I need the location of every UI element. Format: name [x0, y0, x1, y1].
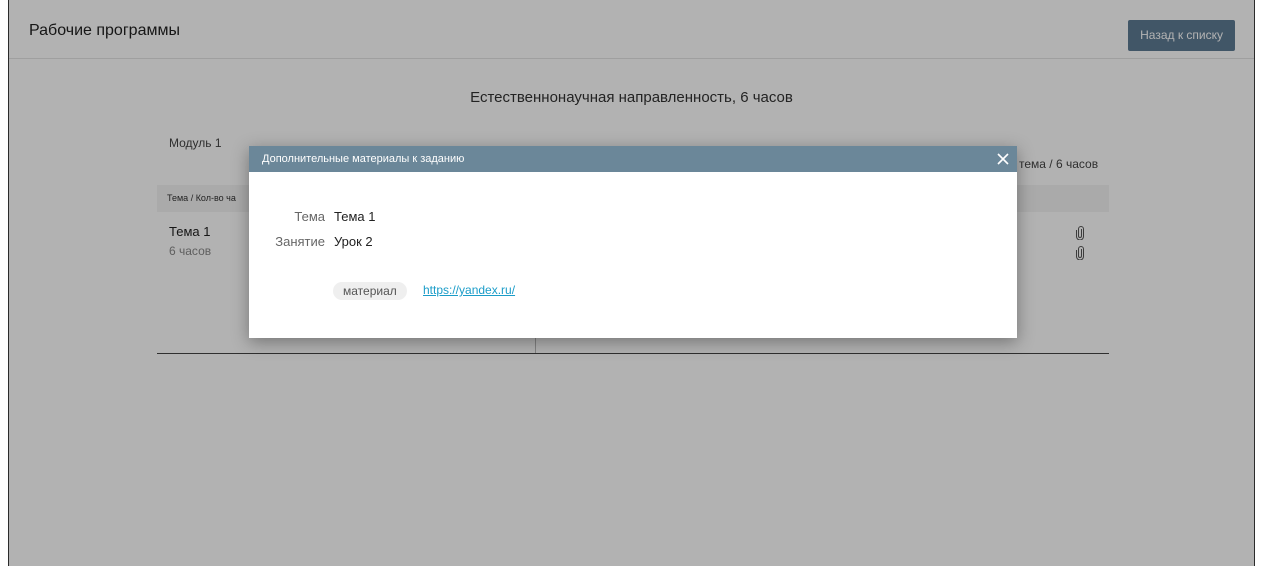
materials-modal: Дополнительные материалы к заданию Тема … — [249, 146, 1017, 338]
lesson-label: Занятие — [275, 234, 325, 249]
lesson-value: Урок 2 — [334, 234, 373, 249]
modal-header: Дополнительные материалы к заданию — [249, 146, 1017, 172]
app-frame: Рабочие программы Назад к списку Естеств… — [8, 0, 1255, 566]
modal-overlay[interactable]: Дополнительные материалы к заданию Тема … — [9, 0, 1254, 566]
topic-value: Тема 1 — [334, 209, 376, 224]
close-icon[interactable] — [993, 149, 1013, 169]
modal-title: Дополнительные материалы к заданию — [262, 153, 465, 165]
material-tag: материал — [333, 282, 407, 300]
material-link[interactable]: https://yandex.ru/ — [423, 283, 515, 297]
topic-label: Тема — [294, 209, 325, 224]
